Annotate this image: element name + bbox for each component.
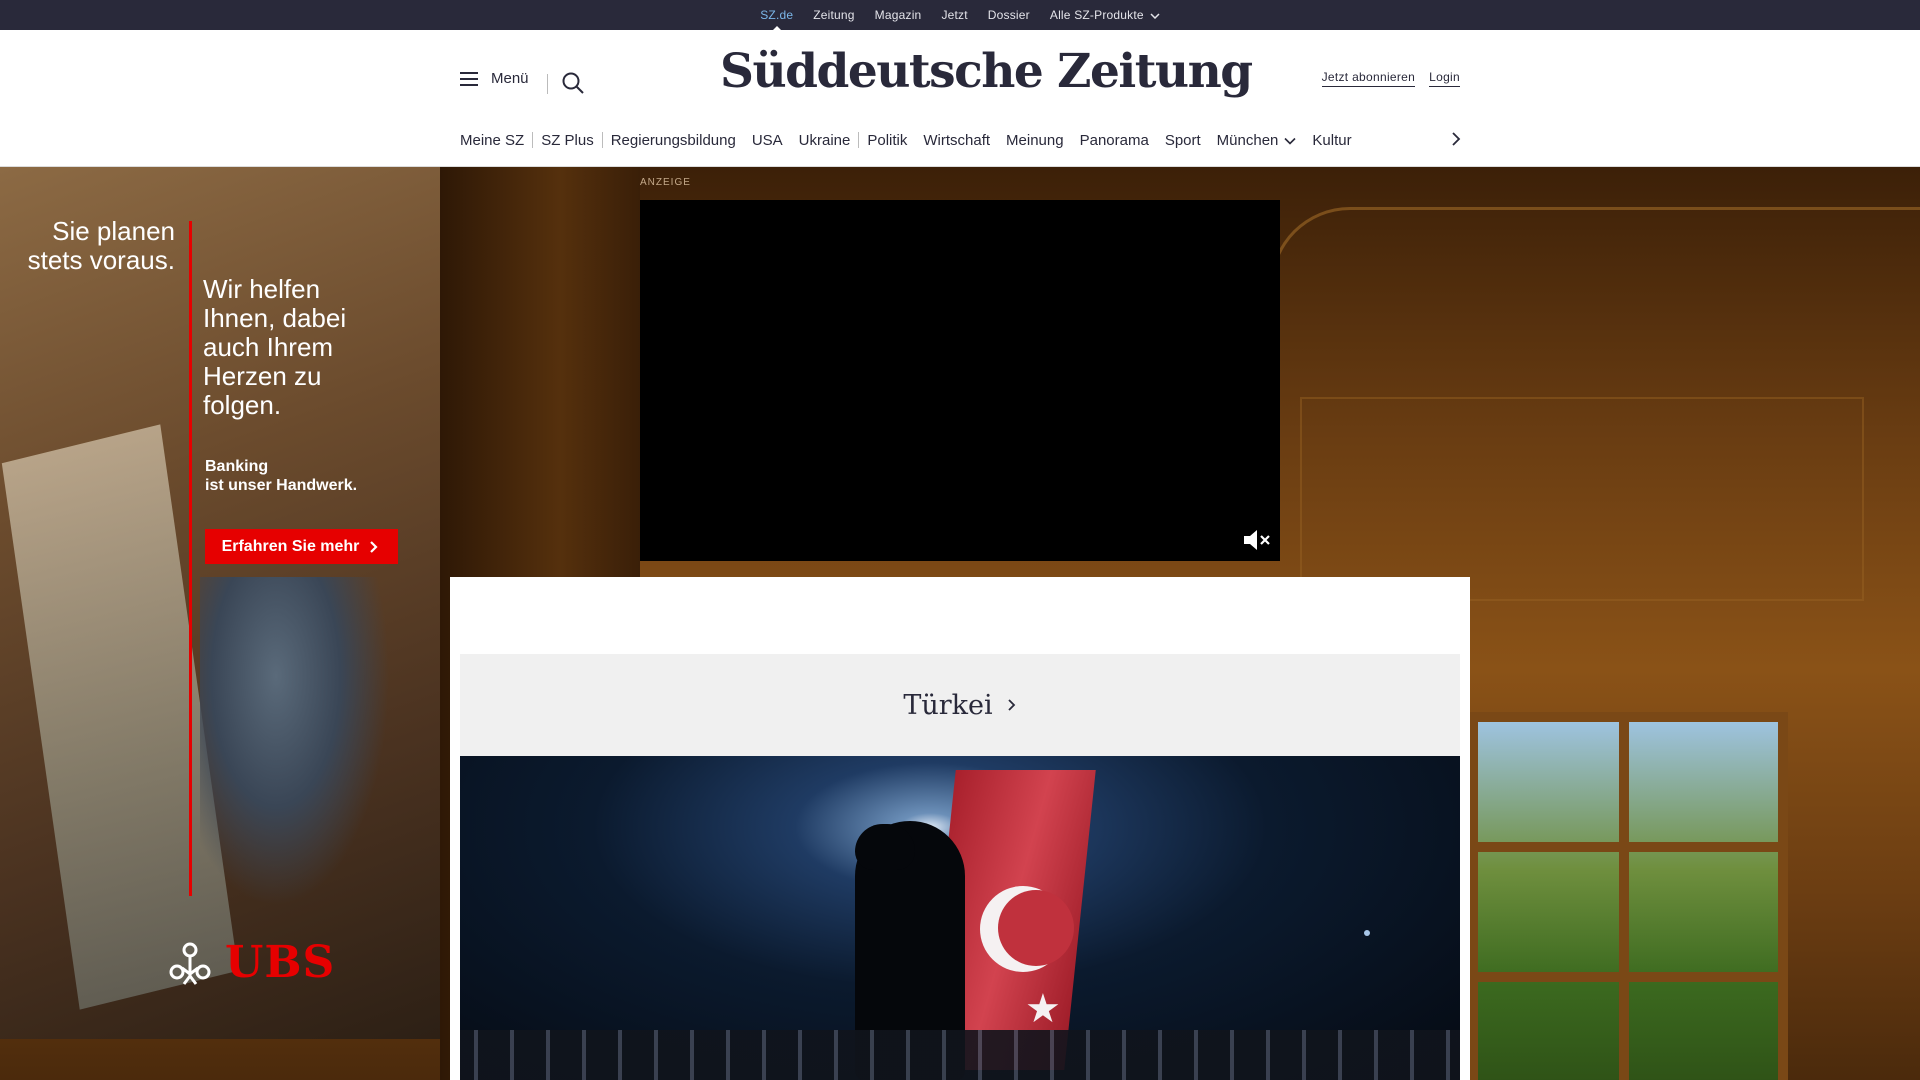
window-mullion (1478, 842, 1778, 852)
chevron-down-icon (1284, 137, 1296, 145)
hero-image[interactable]: ★ (460, 756, 1460, 1080)
nav-item-sz-plus[interactable]: SZ Plus (533, 132, 602, 149)
nav-item-ukraine[interactable]: Ukraine (791, 132, 859, 149)
hero-flag-crescent (980, 886, 1074, 972)
section-header-tuerkei[interactable]: Türkei (460, 654, 1460, 756)
ad-headline-left: Sie planen stets voraus. (27, 216, 175, 275)
nav-item-politik[interactable]: Politik (859, 132, 915, 149)
ad-cta-label: Erfahren Sie mehr (221, 537, 360, 555)
main-navigation: Meine SZ SZ Plus Regierungsbildung USA U… (460, 128, 1460, 152)
skyscraper-ad[interactable]: Sie planen stets voraus. Wir helfen Ihne… (0, 167, 440, 1039)
hero-figure-head (855, 824, 915, 870)
product-link-sz-de[interactable]: SZ.de (760, 0, 793, 31)
menu-label: Menü (491, 70, 529, 87)
search-icon[interactable] (560, 70, 586, 96)
product-link-jetzt[interactable]: Jetzt (941, 0, 967, 30)
nav-item-muenchen-label: München (1216, 131, 1279, 149)
all-products-label: Alle SZ-Produkte (1049, 8, 1144, 22)
product-link-all-products[interactable]: Alle SZ-Produkte (1050, 0, 1160, 30)
nav-item-meine-sz[interactable]: Meine SZ (460, 132, 532, 149)
nav-item-regierungsbildung[interactable]: Regierungsbildung (603, 132, 744, 149)
chevron-down-icon (1150, 13, 1160, 19)
nav-item-meinung[interactable]: Meinung (998, 132, 1072, 149)
chevron-right-icon[interactable] (1448, 131, 1462, 147)
nav-item-wirtschaft[interactable]: Wirtschaft (915, 132, 998, 149)
wallpaper-arch (1270, 207, 1920, 370)
login-link[interactable]: Login (1429, 70, 1460, 87)
ad-brand-logo: UBS (165, 937, 335, 988)
product-link-magazin[interactable]: Magazin (875, 0, 922, 30)
site-logo[interactable]: Süddeutsche Zeitung (720, 44, 1253, 99)
hero-flag-star: ★ (1025, 987, 1061, 1031)
hamburger-menu-icon (460, 71, 478, 86)
wallpaper-window (1468, 712, 1788, 1080)
site-header: Menü Süddeutsche Zeitung Jetzt abonniere… (0, 30, 1920, 167)
hero-crowd (460, 1030, 1460, 1080)
nav-item-sport[interactable]: Sport (1157, 132, 1209, 149)
ad-red-divider (189, 221, 192, 896)
chevron-right-icon (370, 540, 378, 553)
section-title: Türkei (903, 689, 993, 721)
nav-item-muenchen[interactable]: München (1209, 132, 1305, 149)
mute-icon[interactable] (1242, 527, 1272, 553)
wallpaper-panel (1300, 397, 1864, 601)
ad-cta-button[interactable]: Erfahren Sie mehr (205, 529, 398, 564)
ad-tagline-line2: ist unser Handwerk. (205, 477, 358, 494)
window-mullion (1478, 972, 1778, 982)
ad-label: ANZEIGE (640, 177, 691, 188)
ad-tagline-line1: Banking (205, 458, 269, 475)
ad-painter-figure (200, 577, 390, 907)
nav-item-kultur[interactable]: Kultur (1304, 132, 1359, 149)
nav-item-usa[interactable]: USA (744, 132, 791, 149)
product-link-dossier[interactable]: Dossier (988, 0, 1030, 30)
subscribe-link[interactable]: Jetzt abonnieren (1321, 70, 1416, 87)
chevron-right-icon (1008, 699, 1015, 711)
menu-button[interactable]: Menü (459, 70, 529, 87)
divider (547, 74, 548, 94)
nav-item-panorama[interactable]: Panorama (1072, 132, 1157, 149)
ad-tagline: Banking ist unser Handwerk. (205, 457, 357, 495)
ad-brand-name: UBS (225, 937, 336, 988)
ad-headline-right: Wir helfen Ihnen, dabei auch Ihrem Herze… (203, 274, 347, 420)
window-mullion (1619, 722, 1629, 1080)
ubs-keys-logo-icon (169, 942, 211, 985)
product-bar: SZ.de Zeitung Magazin Jetzt Dossier Alle… (0, 0, 1920, 31)
account-links: Jetzt abonnieren Login (1321, 70, 1460, 87)
video-ad-player[interactable] (640, 200, 1280, 561)
main-content: Türkei ★ (450, 577, 1470, 1080)
product-link-zeitung[interactable]: Zeitung (813, 0, 854, 30)
hero-light-dot (1364, 930, 1370, 936)
